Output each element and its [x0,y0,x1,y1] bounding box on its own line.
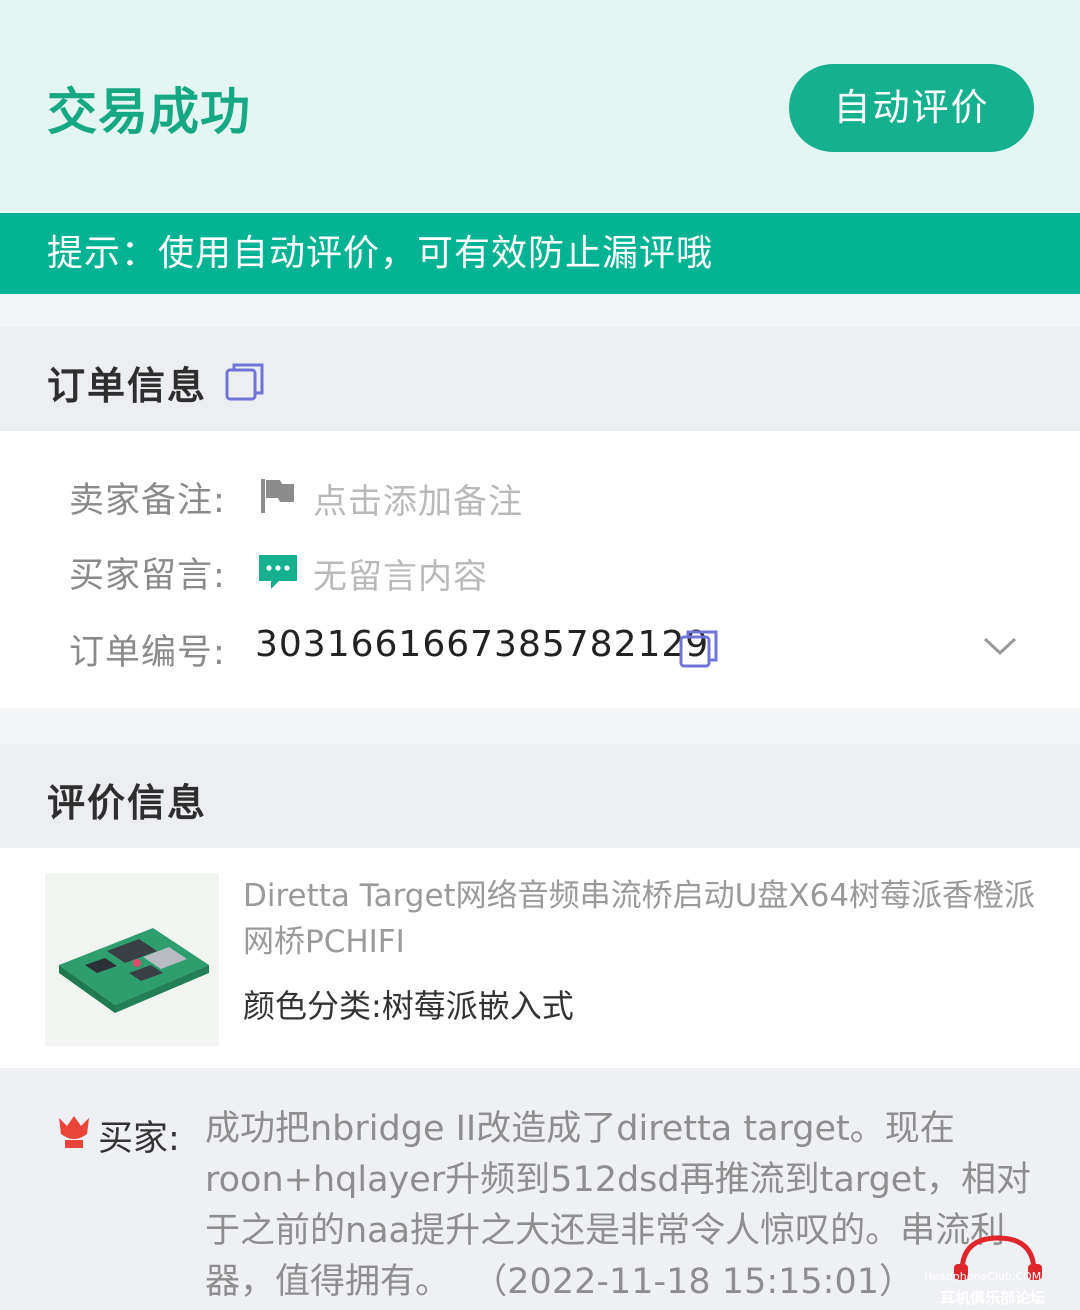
copy-icon[interactable] [224,360,268,404]
order-number-label: 订单编号: [69,633,226,673]
review-time: （2022-11-18 15:15:01） [472,1262,915,1302]
seller-note-row[interactable]: 卖家备注: 点击添加备注 [0,466,1080,526]
buyer-message-value: 无留言内容 [313,557,488,597]
copy-order-number-icon[interactable] [678,627,722,671]
buyer-message-label: 买家留言: [69,556,226,596]
order-info-header: 订单信息 [0,327,1080,431]
seller-note-placeholder[interactable]: 点击添加备注 [313,474,523,523]
chat-icon [259,555,297,589]
status-header: 交易成功 自动评价 [0,0,1080,213]
auto-review-button[interactable]: 自动评价 [789,64,1034,152]
flag-icon [261,479,294,513]
reviewer-label: 买家: [98,1119,180,1159]
watermark: HeadphoneClub.COM 耳机俱乐部论坛 [920,1232,1080,1310]
watermark-line1: HeadphoneClub.COM [924,1270,1042,1283]
review-info-header: 评价信息 [0,744,1080,848]
tulip-icon [59,1116,89,1148]
order-number-row: 订单编号: 3031661667385782129 [0,618,1080,678]
page-title: 交易成功 [47,83,251,141]
review-info-title: 评价信息 [47,781,208,825]
buyer-message-row: 买家留言: 无留言内容 [0,541,1080,601]
chevron-down-icon[interactable] [982,634,1018,658]
watermark-line2: 耳机俱乐部论坛 [940,1289,1046,1307]
product-title[interactable]: Diretta Target网络音频串流桥启动U盘X64树莓派香橙派网桥PCHI… [243,873,1043,965]
product-image[interactable] [45,873,219,1046]
order-info-panel: 卖家备注: 点击添加备注 买家留言: 无留言内容 订单编号: 303166166… [0,431,1080,708]
order-info-title: 订单信息 [47,364,208,408]
product-spec: 颜色分类:树莓派嵌入式 [243,987,574,1025]
order-number: 3031661667385782129 [255,624,710,665]
seller-note-label: 卖家备注: [69,481,226,521]
tip-banner: 提示：使用自动评价，可有效防止漏评哦 [0,213,1080,294]
review-text: 成功把nbridge II改造成了diretta target。现在roon+h… [205,1104,1045,1308]
